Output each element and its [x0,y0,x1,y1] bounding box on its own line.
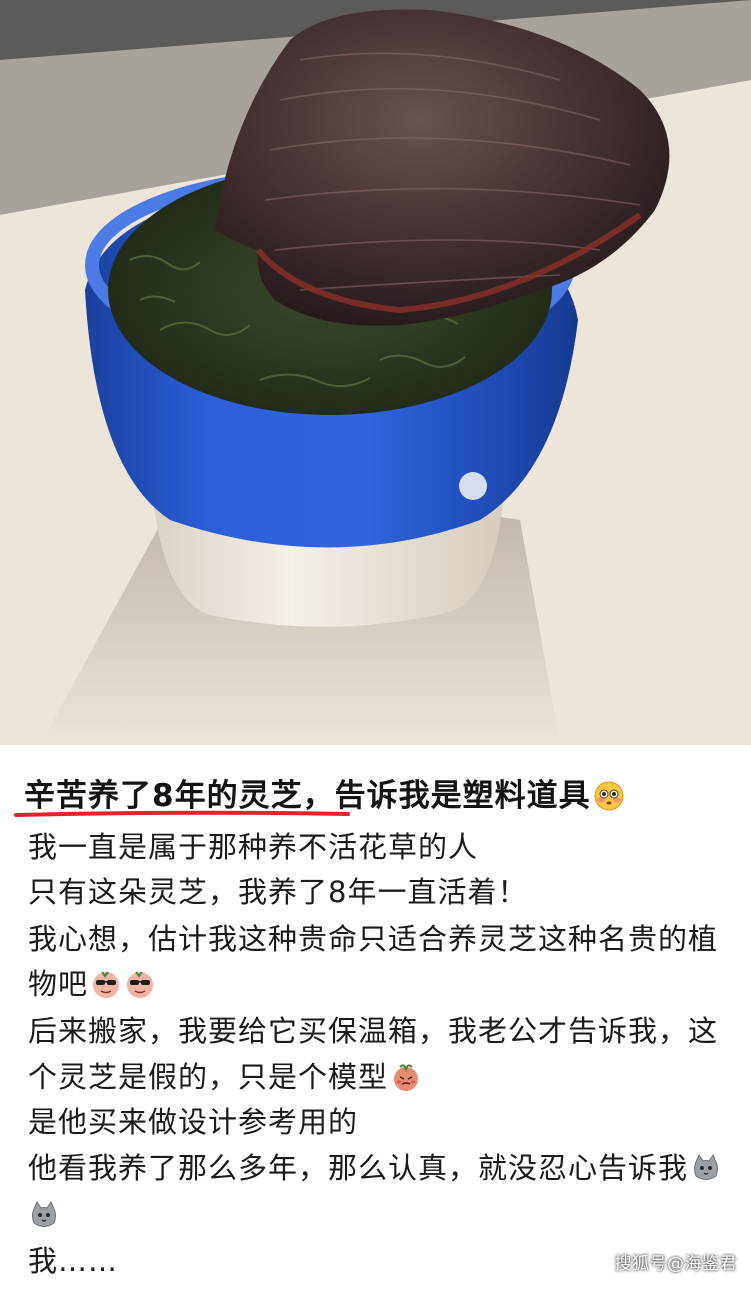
post-line-4: 物吧 [28,964,156,1004]
gray-cat-icon-2 [28,1199,60,1231]
red-underline [14,810,350,817]
gray-cat-icon [690,1152,722,1184]
flushed-face-icon [593,780,625,812]
shy-sticker-icon [390,1061,422,1093]
post-line-6: 个灵芝是假的，只是个模型 [28,1057,422,1097]
lingzhi-plant-photo [0,0,751,745]
post-line-8: 他看我养了那么多年，那么认真，就没忍心告诉我 [28,1148,722,1188]
cool-sticker-icon [90,968,122,1000]
post-line-6-text: 个灵芝是假的，只是个模型 [28,1060,389,1094]
post-line-4-text: 物吧 [28,967,89,1001]
post-line-7: 是他买来做设计参考用的 [28,1105,359,1139]
post-line-3: 我心想，估计我这种贵命只适合养灵芝这种名贵的植 [28,922,719,956]
post-line-8-text: 他看我养了那么多年，那么认真，就没忍心告诉我 [28,1151,689,1185]
post-line-1: 我一直是属于那种养不活花草的人 [28,830,479,864]
headline-rest: 告诉我是塑料道具 [334,778,591,814]
post-line-9 [28,1195,60,1235]
post-line-10: 我…… [28,1244,119,1278]
lingzhi-photo [0,0,751,745]
cool-sticker-icon-2 [124,968,156,1000]
post-content: 辛苦养了8年的灵芝，告诉我是塑料道具 我一直是属于那种养不活花草的人 只有这朵灵… [0,745,751,1290]
sohu-watermark: 搜狐号@海鉴君 [614,1254,737,1274]
post-line-2: 只有这朵灵芝，我养了8年一直活着！ [28,875,528,909]
post-line-5: 后来搬家，我要给它买保温箱，我老公才告诉我，这 [28,1014,719,1048]
